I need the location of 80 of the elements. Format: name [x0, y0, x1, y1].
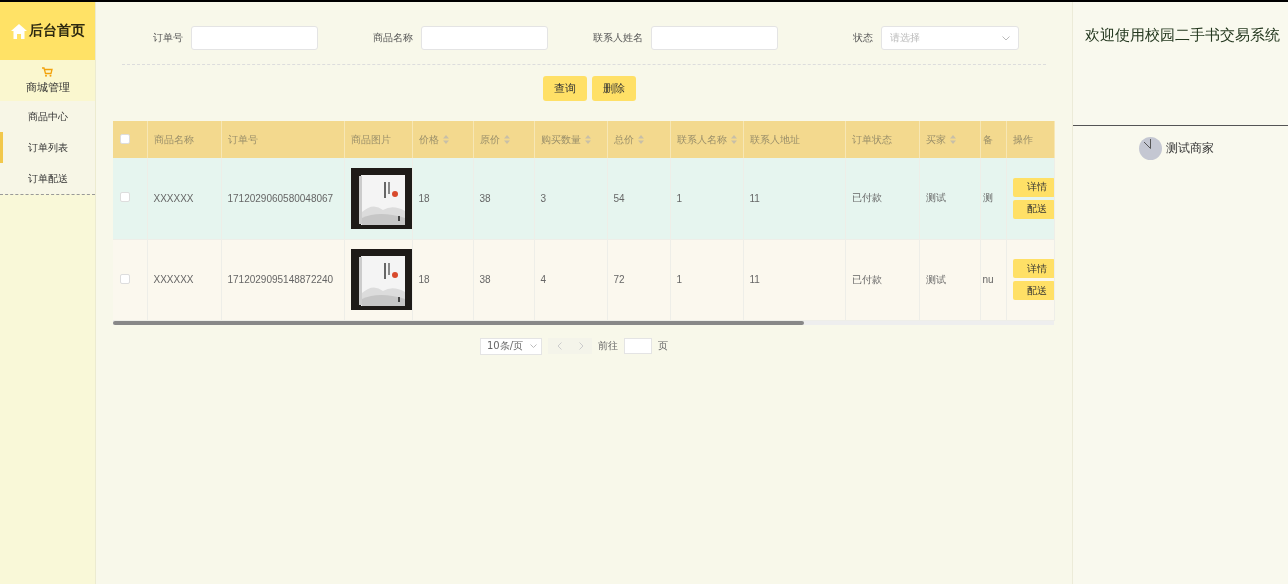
checkbox[interactable] [120, 273, 130, 284]
table-cell: XXXXXX [153, 192, 194, 204]
section-label: 商城管理 [25, 79, 70, 95]
column-header: 原价 [479, 132, 500, 147]
sidebar-item[interactable]: 订单列表 [0, 132, 95, 163]
chevron-left-icon [556, 342, 562, 350]
page-size-select[interactable]: 10条/页 [480, 337, 542, 355]
table-cell: 4 [540, 274, 547, 285]
table-cell: 1712029060580048067 [227, 192, 334, 204]
delivery-button[interactable]: 配送 [1012, 281, 1053, 300]
table-cell: XXXXXX [153, 274, 194, 285]
home-label: 后台首页 [28, 22, 85, 40]
avatar-icon [1139, 137, 1162, 160]
filter-label: 状态 [852, 31, 873, 45]
input-field[interactable] [191, 26, 318, 50]
sort-icon[interactable] [730, 135, 737, 144]
sort-icon[interactable] [584, 135, 591, 144]
next-page-button[interactable] [570, 338, 592, 354]
cart-icon [42, 66, 53, 77]
delete-button[interactable]: 删除 [591, 76, 636, 101]
page-input[interactable] [624, 338, 652, 354]
welcome-text: 欢迎使用校园二手书交易系统 [1073, 2, 1288, 126]
column-header: 联系人地址 [749, 132, 800, 147]
column-header: 商品图片 [350, 132, 391, 147]
filter-label: 订单号 [152, 31, 183, 45]
table-cell: 测试 [925, 192, 946, 204]
user-name[interactable]: 测试商家 [1166, 140, 1214, 157]
sidebar-item[interactable]: 商品中心 [0, 101, 95, 132]
table-cell: 11 [749, 192, 760, 204]
table-cell: 测试 [925, 273, 946, 285]
column-header: 买家 [925, 132, 946, 147]
table-cell: 54 [613, 192, 625, 204]
column-header: 订单号 [227, 132, 258, 147]
details-button[interactable]: 详情 [1012, 177, 1053, 197]
table-cell: 3 [540, 192, 547, 204]
input-field[interactable] [651, 26, 778, 50]
home-icon [10, 23, 27, 39]
table-cell: 1712029095148872240 [227, 274, 334, 285]
previous-page-button[interactable] [548, 338, 570, 354]
home-link[interactable]: 后台首页 [0, 2, 95, 60]
table-cell: 18 [418, 274, 430, 285]
delivery-button[interactable]: 配送 [1012, 199, 1053, 219]
sort-icon[interactable] [503, 135, 510, 144]
chevron-down-icon [530, 344, 537, 348]
checkbox[interactable] [120, 133, 130, 144]
column-header: 购买数量 [540, 132, 581, 147]
table-cell: 72 [613, 274, 625, 285]
table-cell: 1 [676, 274, 683, 285]
chevron-down-icon [1002, 35, 1010, 41]
column-header: 总价 [613, 132, 634, 147]
menu-section[interactable]: 商城管理 [0, 60, 95, 101]
filter-label: 商品名称 [372, 31, 413, 45]
column-header: 联系人名称 [676, 132, 727, 147]
table-cell: 38 [479, 192, 491, 204]
table-cell: 11 [749, 274, 760, 285]
table-cell: 测 [982, 192, 993, 204]
input-field[interactable] [421, 26, 548, 50]
table-cell: 18 [418, 192, 430, 204]
column-header: 商品名称 [153, 132, 194, 147]
column-header: 备 [982, 132, 993, 147]
column-header: 价格 [418, 132, 439, 147]
column-header: 操作 [1012, 132, 1033, 147]
details-button[interactable]: 详情 [1012, 259, 1053, 278]
table-cell: 已付款 [851, 273, 882, 285]
column-header: 订单状态 [851, 132, 892, 147]
goto-label: 前往 [598, 339, 618, 353]
checkbox[interactable] [120, 192, 130, 203]
page-unit-label: 页 [658, 339, 668, 353]
table-cell: 38 [479, 274, 491, 285]
filter-label: 联系人姓名 [592, 31, 643, 45]
sort-icon[interactable] [949, 135, 956, 144]
table-cell: nu [982, 274, 994, 285]
table-cell: 已付款 [851, 192, 882, 204]
chevron-right-icon [578, 342, 584, 350]
scrollbar-thumb[interactable] [113, 320, 804, 325]
table-cell: 1 [676, 192, 683, 204]
sidebar-item[interactable]: 订单配送 [0, 163, 95, 194]
search-button[interactable]: 查询 [542, 76, 587, 101]
sort-icon[interactable] [637, 135, 644, 144]
sort-icon[interactable] [442, 135, 449, 144]
